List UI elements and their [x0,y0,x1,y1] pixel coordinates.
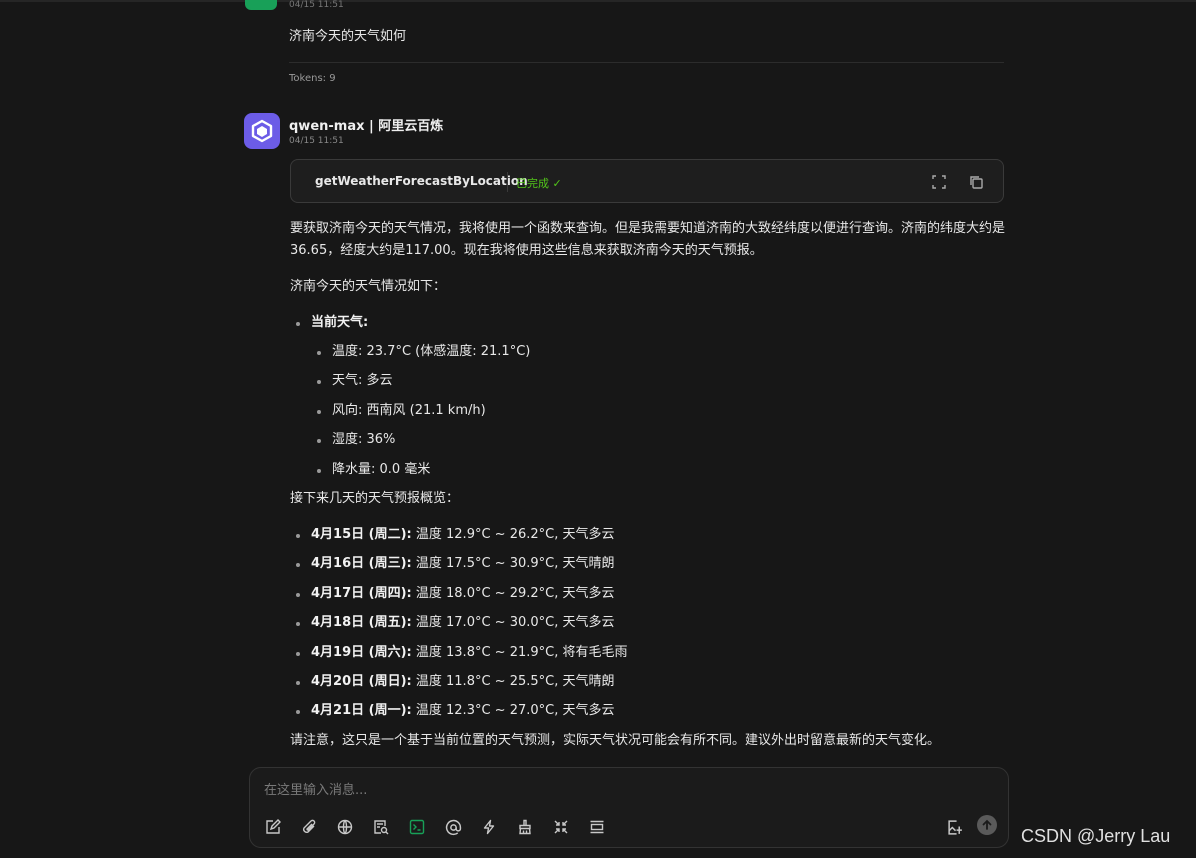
list-item: 湿度: 36% [311,429,1006,451]
forecast-item: 4月17日 (周四): 温度 18.0°C ~ 29.2°C, 天气多云 [290,583,1006,605]
list-item: 温度: 23.7°C (体感温度: 21.1°C) [311,341,1006,363]
message-divider [289,62,1004,63]
edit-icon[interactable] [262,816,284,838]
current-weather-label: 当前天气: [311,315,369,330]
forecast-detail: 温度 13.8°C ~ 21.9°C, 将有毛毛雨 [411,644,628,660]
list-item: 天气: 多云 [311,370,1006,392]
message-input[interactable] [264,780,864,800]
tool-call-separator [507,172,508,192]
send-button[interactable] [977,815,997,835]
tool-call-status: 已完成 ✓ [516,177,562,190]
copy-icon[interactable] [966,172,986,192]
tool-call-name: getWeatherForecastByLocation [315,174,528,188]
forecast-detail: 温度 12.9°C ~ 26.2°C, 天气多云 [411,526,615,542]
forecast-item: 4月21日 (周一): 温度 12.3°C ~ 27.0°C, 天气多云 [290,700,1006,722]
forecast-day: 4月18日 (周五): [311,615,412,631]
forecast-item: 4月20日 (周日): 温度 11.8°C ~ 25.5°C, 天气晴朗 [290,671,1006,693]
user-avatar [245,0,277,10]
current-weather-item: 当前天气: 温度: 23.7°C (体感温度: 21.1°C) 天气: 多云 风… [290,312,1006,481]
note-paragraph: 请注意，这只是一个基于当前位置的天气预测，实际天气状况可能会有所不同。建议外出时… [290,732,941,748]
forecast-item: 4月18日 (周五): 温度 17.0°C ~ 30.0°C, 天气多云 [290,612,1006,634]
csdn-watermark: CSDN @Jerry Lau [1021,826,1171,846]
qwen-logo-icon [251,119,273,143]
document-search-icon[interactable] [370,816,392,838]
image-upload-icon[interactable] [944,816,966,838]
message-composer [249,767,1009,848]
current-weather-list: 当前天气: 温度: 23.7°C (体感温度: 21.1°C) 天气: 多云 风… [290,312,1006,481]
current-weather-details: 温度: 23.7°C (体感温度: 21.1°C) 天气: 多云 风向: 西南风… [311,341,1006,481]
forecast-day: 4月19日 (周六): [311,644,412,660]
terminal-icon[interactable] [406,816,428,838]
forecast-item: 4月19日 (周六): 温度 13.8°C ~ 21.9°C, 将有毛毛雨 [290,642,1006,664]
globe-icon[interactable] [334,816,356,838]
top-border [0,0,1196,2]
forecast-day: 4月20日 (周日): [311,673,412,689]
today-heading: 济南今天的天气情况如下： [290,279,447,294]
assistant-message-time: 04/15 11:51 [289,136,344,146]
forecast-detail: 温度 11.8°C ~ 25.5°C, 天气晴朗 [411,673,615,689]
forecast-item: 4月16日 (周三): 温度 17.5°C ~ 30.9°C, 天气晴朗 [290,553,1006,575]
forecast-heading: 接下来几天的天气预报概览： [290,490,460,506]
layout-icon[interactable] [586,816,608,838]
list-item: 降水量: 0.0 毫米 [311,459,1006,481]
list-item: 风向: 西南风 (21.1 km/h) [311,400,1006,422]
forecast-detail: 温度 17.0°C ~ 30.0°C, 天气多云 [411,615,615,631]
collapse-icon[interactable] [550,816,572,838]
lightning-icon[interactable] [478,816,500,838]
intro-paragraph: 要获取济南今天的天气情况，我将使用一个函数来查询。但是我需要知道济南的大致经纬度… [290,221,1006,258]
assistant-message-content: 要获取济南今天的天气情况，我将使用一个函数来查询。但是我需要知道济南的大致经纬度… [290,218,1006,752]
assistant-avatar [244,113,280,149]
forecast-detail: 温度 12.3°C ~ 27.0°C, 天气多云 [411,703,615,719]
token-count: Tokens: 9 [289,73,336,84]
mention-icon[interactable] [442,816,464,838]
user-message-time: 04/15 11:51 [289,0,344,10]
forecast-day: 4月17日 (周四): [311,585,412,601]
forecast-detail: 温度 17.5°C ~ 30.9°C, 天气晴朗 [411,556,615,572]
forecast-list: 4月15日 (周二): 温度 12.9°C ~ 26.2°C, 天气多云 4月1… [290,524,1006,722]
assistant-name: qwen-max | 阿里云百炼 [289,119,444,134]
expand-icon[interactable] [929,172,949,192]
forecast-item: 4月15日 (周二): 温度 12.9°C ~ 26.2°C, 天气多云 [290,524,1006,546]
broom-icon[interactable] [514,816,536,838]
arrow-up-icon [982,819,992,830]
attachment-icon[interactable] [298,816,320,838]
forecast-day: 4月21日 (周一): [311,703,412,719]
user-message-text: 济南今天的天气如何 [289,29,407,44]
forecast-day: 4月15日 (周二): [311,526,412,542]
forecast-detail: 温度 18.0°C ~ 29.2°C, 天气多云 [411,585,615,601]
forecast-day: 4月16日 (周三): [311,556,412,572]
tool-call-card[interactable]: getWeatherForecastByLocation 已完成 ✓ [290,159,1004,203]
